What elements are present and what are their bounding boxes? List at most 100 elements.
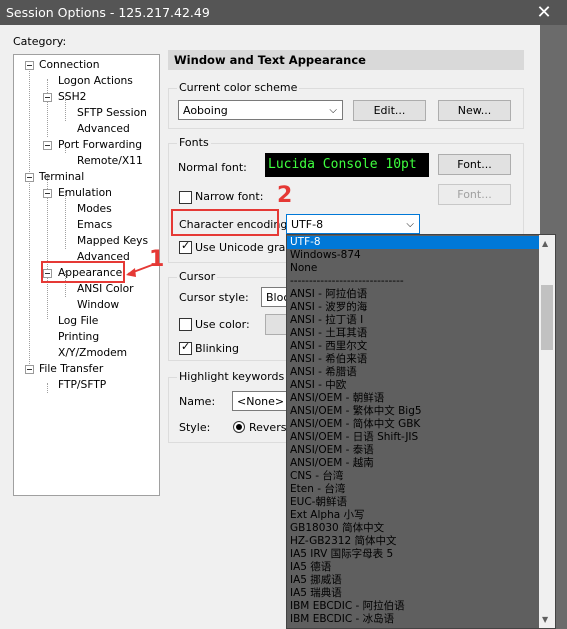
dropdown-scrollbar[interactable]: ▲ ▼ <box>539 235 555 628</box>
tree-item-terminal[interactable]: Terminal <box>39 170 84 184</box>
arrow-icon <box>126 264 153 277</box>
encoding-option[interactable]: None <box>287 262 539 275</box>
normal-font-preview: Lucida Console 10pt <box>265 153 429 177</box>
panel-header: Window and Text Appearance <box>168 50 524 70</box>
encoding-option[interactable]: ANSI/OEM - 日语 Shift-JIS <box>287 431 539 444</box>
tree-item-ssh2[interactable]: SSH2 <box>58 90 86 104</box>
encoding-option[interactable]: Eten - 台湾 <box>287 483 539 496</box>
highlight-name-label: Name: <box>179 395 216 408</box>
encoding-option[interactable]: IA5 瑞典语 <box>287 587 539 600</box>
radio-dot <box>236 424 242 430</box>
tree-item-emulation[interactable]: Emulation <box>58 186 112 200</box>
encoding-option[interactable]: IA5 IRV 国际字母表 5 <box>287 548 539 561</box>
tree-item-modes[interactable]: Modes <box>77 202 112 216</box>
encoding-dropdown-list[interactable]: UTF-8 Windows-874 None --------------------… <box>286 234 556 629</box>
reverse-radio[interactable] <box>233 421 245 433</box>
highlight-group-title: Highlight keywords <box>177 370 287 383</box>
encoding-option[interactable]: ANSI - 西里尔文 <box>287 340 539 353</box>
encoding-option[interactable]: IBM EBCDIC - 阿拉伯语 <box>287 600 539 613</box>
tree-item-xyzmodem[interactable]: X/Y/Zmodem <box>58 346 127 360</box>
highlight-name-select[interactable]: <None> <box>232 391 292 411</box>
tree-item-advanced[interactable]: Advanced <box>77 122 130 136</box>
scroll-up-icon[interactable]: ▲ <box>542 239 548 248</box>
edit-scheme-button[interactable]: Edit... <box>353 100 426 121</box>
normal-font-label: Normal font: <box>178 161 247 174</box>
tree-item-logon-actions[interactable]: Logon Actions <box>58 74 133 88</box>
tree-item-emacs[interactable]: Emacs <box>77 218 112 232</box>
color-scheme-value: Aoboing <box>183 104 228 117</box>
tree-item-sftp-session[interactable]: SFTP Session <box>77 106 147 120</box>
encoding-option[interactable]: ANSI - 土耳其语 <box>287 327 539 340</box>
tree-item-file-transfer[interactable]: File Transfer <box>39 362 103 376</box>
tree-line <box>29 65 30 370</box>
encoding-option[interactable]: ANSI/OEM - 简体中文 GBK <box>287 418 539 431</box>
scroll-down-icon[interactable]: ▼ <box>542 615 548 624</box>
appearance-highlight-box <box>41 261 125 283</box>
narrow-font-button[interactable]: Font... <box>438 184 511 205</box>
tree-item-log-file[interactable]: Log File <box>58 314 98 328</box>
encoding-option[interactable]: ANSI/OEM - 朝鲜语 <box>287 392 539 405</box>
blinking-checkbox[interactable] <box>179 340 192 355</box>
encoding-option[interactable]: ------------------------------ <box>287 275 539 288</box>
collapse-icon[interactable] <box>25 61 34 70</box>
tree-item-connection[interactable]: Connection <box>39 58 99 72</box>
collapse-icon[interactable] <box>25 173 34 182</box>
encoding-option[interactable]: ANSI - 阿拉伯语 <box>287 288 539 301</box>
title-bar: Session Options - 125.217.42.49 ✕ <box>0 0 567 25</box>
new-scheme-button[interactable]: New... <box>438 100 511 121</box>
tree-item-mapped-keys[interactable]: Mapped Keys <box>77 234 148 248</box>
encoding-option[interactable]: HZ-GB2312 简体中文 <box>287 535 539 548</box>
unicode-graphics-checkbox[interactable] <box>179 239 192 254</box>
encoding-option[interactable]: ANSI - 中欧 <box>287 379 539 392</box>
normal-font-button[interactable]: Font... <box>438 154 511 175</box>
chevron-down-icon: ⌵ <box>406 219 414 230</box>
encoding-option[interactable]: GB18030 简体中文 <box>287 522 539 535</box>
encoding-option[interactable]: IBM EBCDIC - 冰岛语 <box>287 613 539 626</box>
encoding-option[interactable]: ANSI - 希伯来语 <box>287 353 539 366</box>
window-title: Session Options - 125.217.42.49 <box>6 5 210 20</box>
tree-line <box>47 383 48 393</box>
highlight-style-label: Style: <box>179 421 211 434</box>
category-label: Category: <box>13 35 67 48</box>
encoding-option[interactable]: ANSI - 拉丁语 I <box>287 314 539 327</box>
tree-item-window[interactable]: Window <box>77 298 119 312</box>
narrow-font-checkbox[interactable] <box>179 191 192 204</box>
tree-item-ftp-sftp[interactable]: FTP/SFTP <box>58 378 106 392</box>
tree-item-remote-x11[interactable]: Remote/X11 <box>77 154 143 168</box>
encoding-option[interactable]: CNS - 台湾 <box>287 470 539 483</box>
scrollbar-thumb[interactable] <box>541 285 553 350</box>
encoding-option[interactable]: ANSI/OEM - 繁体中文 Big5 <box>287 405 539 418</box>
use-color-checkbox[interactable] <box>179 318 192 331</box>
color-scheme-select[interactable]: Aoboing ⌵ <box>178 100 343 120</box>
encoding-option[interactable]: IA5 挪威语 <box>287 574 539 587</box>
tree-line <box>47 79 48 137</box>
panel-title: Window and Text Appearance <box>174 53 366 67</box>
marker-2: 2 <box>277 183 293 208</box>
tree-item-ansi-color[interactable]: ANSI Color <box>77 282 134 296</box>
character-encoding-select[interactable]: UTF-8 ⌵ <box>286 214 420 234</box>
encoding-option[interactable]: Ext Alpha 小写 <box>287 509 539 522</box>
fonts-group-title: Fonts <box>177 136 211 149</box>
color-scheme-group-title: Current color scheme <box>177 81 300 94</box>
highlight-name-value: <None> <box>237 395 285 408</box>
collapse-icon[interactable] <box>43 93 52 102</box>
encoding-option[interactable]: ANSI/OEM - 越南 <box>287 457 539 470</box>
collapse-icon[interactable] <box>43 189 52 198</box>
encoding-option[interactable]: EUC-朝鲜语 <box>287 496 539 509</box>
tree-item-port-forwarding[interactable]: Port Forwarding <box>58 138 142 152</box>
collapse-icon[interactable] <box>43 141 52 150</box>
encoding-option[interactable]: IA5 德语 <box>287 561 539 574</box>
collapse-icon[interactable] <box>25 365 34 374</box>
encoding-option[interactable]: Windows-874 <box>287 249 539 262</box>
encoding-value: UTF-8 <box>291 218 324 231</box>
encoding-option[interactable]: UTF-8 <box>287 236 539 249</box>
cursor-group-title: Cursor <box>177 270 218 283</box>
tree-item-printing[interactable]: Printing <box>58 330 99 344</box>
encoding-option[interactable]: ANSI - 波罗的海 <box>287 301 539 314</box>
encoding-option[interactable]: ANSI/OEM - 泰语 <box>287 444 539 457</box>
use-color-label: Use color: <box>195 318 250 331</box>
blinking-label: Blinking <box>195 342 240 355</box>
chevron-down-icon: ⌵ <box>329 105 337 116</box>
close-button[interactable]: ✕ <box>521 0 567 25</box>
encoding-option[interactable]: ANSI - 希腊语 <box>287 366 539 379</box>
